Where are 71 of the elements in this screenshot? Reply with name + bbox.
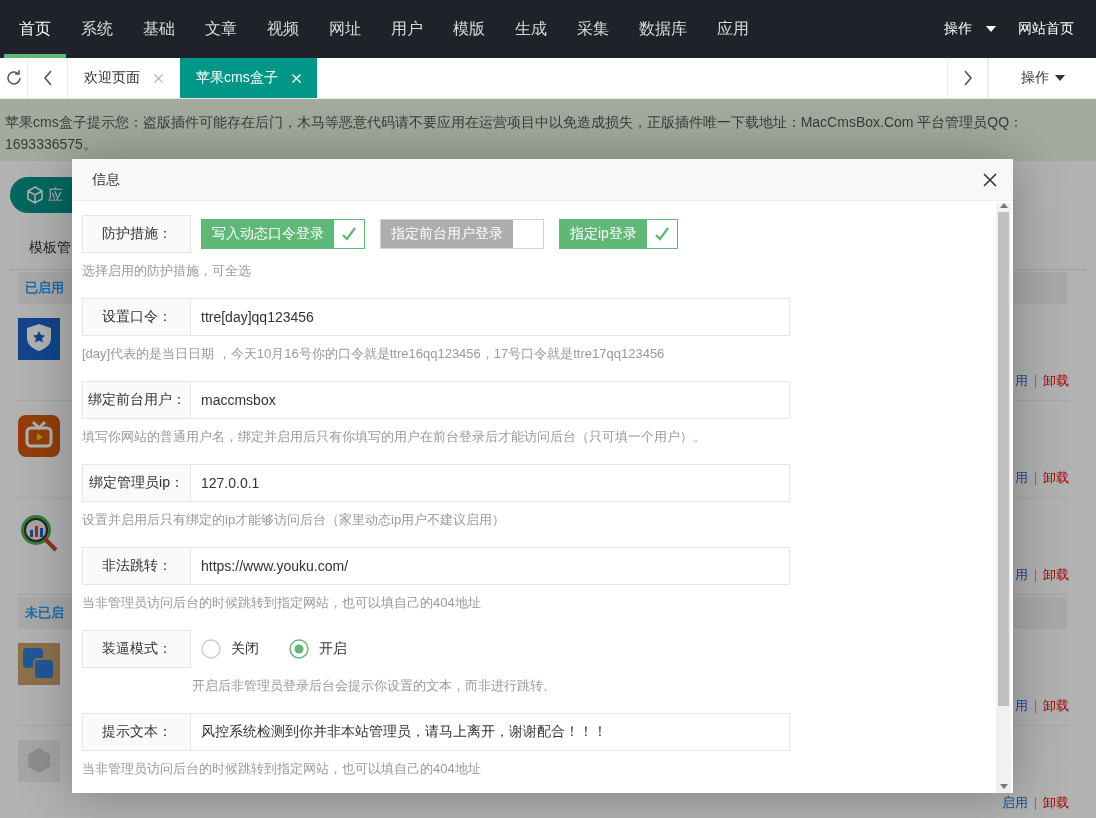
close-icon	[983, 172, 997, 187]
help-text: 当非管理员访问后台的时候跳转到指定网站，也可以填自己的404地址	[82, 594, 482, 612]
cube-icon	[26, 186, 44, 204]
nav-item[interactable]: 用户	[376, 0, 438, 58]
help-text: 开启后非管理员登录后台会提示你设置的文本，而非进行跳转。	[191, 677, 557, 695]
toggle-link[interactable]: 用	[1015, 566, 1028, 584]
input-field[interactable]: maccmsbox	[191, 381, 790, 419]
tv-icon	[18, 415, 60, 457]
nav-item[interactable]: 网址	[314, 0, 376, 58]
actions-menu[interactable]: 操作	[944, 20, 1018, 38]
uninstall-link[interactable]: 卸载	[1043, 794, 1069, 812]
check-icon	[341, 226, 357, 242]
field-label: 装逼模式：	[82, 630, 191, 668]
nav-item[interactable]: 采集	[562, 0, 624, 58]
section-title: 未已启	[25, 604, 64, 622]
site-home-link[interactable]: 网站首页	[1018, 20, 1096, 38]
tab-actions-menu[interactable]: 操作	[988, 58, 1096, 98]
nav-item[interactable]: 数据库	[624, 0, 702, 58]
field-label: 非法跳转：	[82, 547, 191, 585]
toggle-link[interactable]: 用	[1015, 372, 1028, 390]
field-label: 防护措施：	[82, 215, 191, 253]
chevron-right-icon	[962, 70, 973, 86]
notice-text: 苹果cms盒子提示您：盗版插件可能存在后门，木马等恶意代码请不要应用在运营项目中以免造成损失，正版插件唯一下载地址：MacCmsBox.Com 平台管理员QQ：1693336575。	[0, 99, 1096, 161]
cube-icon	[18, 740, 60, 782]
shield-icon	[18, 318, 60, 360]
close-button[interactable]	[983, 172, 997, 187]
field-label: 绑定管理员ip：	[82, 464, 191, 502]
radio-label: 开启	[319, 640, 347, 658]
scroll-down-icon[interactable]	[999, 784, 1008, 789]
radio-option[interactable]: 开启	[289, 639, 347, 659]
nav-item[interactable]: 应用	[702, 0, 764, 58]
magnifier-chart-icon	[18, 512, 60, 554]
radio-label: 关闭	[231, 640, 259, 658]
uninstall-link[interactable]: 卸载	[1043, 372, 1069, 390]
toggle-link[interactable]: 启用	[1002, 794, 1028, 812]
toggle-link[interactable]: 用	[1015, 697, 1028, 715]
uninstall-link[interactable]: 卸载	[1043, 697, 1069, 715]
caret-icon	[1054, 75, 1065, 81]
scroll-up-icon[interactable]	[999, 203, 1008, 208]
nav-item[interactable]: 文章	[190, 0, 252, 58]
nav-item[interactable]: 系统	[66, 0, 128, 58]
nav-item[interactable]: 模版	[438, 0, 500, 58]
input-field[interactable]: ttre[day]qq123456	[191, 298, 790, 336]
help-text: [day]代表的是当日日期 ，今天10月16号你的口令就是ttre16qq123456，17号口令就是ttre17qq123456	[82, 345, 666, 363]
nav-item[interactable]: 首页	[4, 0, 66, 58]
help-text: 设置并启用后只有绑定的ip才能够访问后台（家里动态ip用户不建议启用）	[82, 511, 507, 529]
nav-item[interactable]: 生成	[500, 0, 562, 58]
input-field[interactable]: 风控系统检测到你并非本站管理员，请马上离开，谢谢配合！！！	[191, 713, 790, 751]
refresh-icon	[4, 69, 23, 87]
nav-item[interactable]: 视频	[252, 0, 314, 58]
template-tab[interactable]: 模板管	[29, 239, 71, 257]
section-title: 已启用	[25, 279, 64, 297]
chevron-left-icon	[42, 70, 53, 86]
uninstall-link[interactable]: 卸载	[1043, 566, 1069, 584]
caret-icon	[986, 26, 996, 32]
field-label: 绑定前台用户：	[82, 381, 191, 419]
check-icon	[653, 226, 670, 242]
field-label: 设置口令：	[82, 298, 191, 336]
help-text: 当非管理员访问后台的时候跳转到指定网站，也可以填自己的404地址	[82, 760, 482, 778]
uninstall-link[interactable]: 卸载	[1043, 469, 1069, 487]
toggle-link[interactable]: 用	[1015, 469, 1028, 487]
squares-icon	[18, 643, 60, 685]
field-label: 提示文本：	[82, 713, 191, 751]
nav-item[interactable]: 基础	[128, 0, 190, 58]
help-text: 选择启用的防护措施，可全选	[82, 262, 252, 280]
input-field[interactable]: 127.0.0.1	[191, 464, 790, 502]
close-icon[interactable]	[154, 73, 163, 83]
radio-option[interactable]: 关闭	[201, 639, 259, 659]
page-tab[interactable]: 苹果cms盒子	[180, 58, 318, 98]
input-field[interactable]: https://www.youku.com/	[191, 547, 790, 585]
scrollbar[interactable]	[996, 203, 1011, 793]
